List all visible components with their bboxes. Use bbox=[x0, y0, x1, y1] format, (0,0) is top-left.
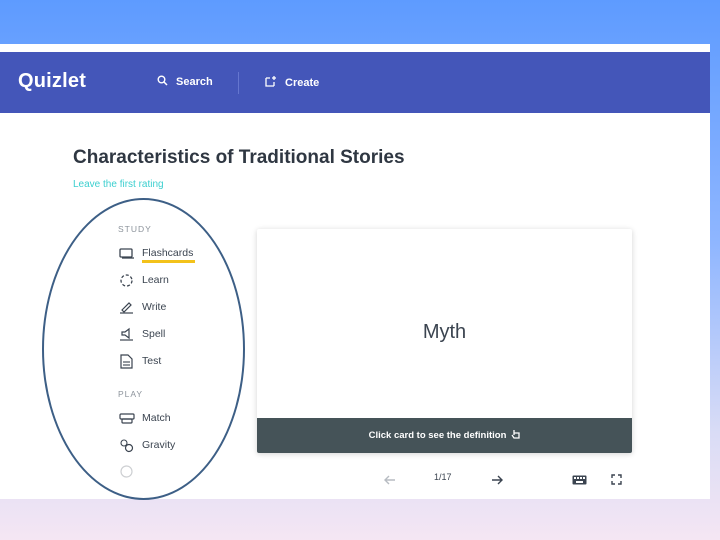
nav-divider bbox=[238, 72, 239, 94]
search-nav-button[interactable]: Search bbox=[157, 75, 213, 89]
annotation-oval bbox=[42, 198, 245, 500]
pointer-hand-icon bbox=[511, 429, 521, 442]
fullscreen-button[interactable] bbox=[611, 470, 622, 489]
arrow-left-icon bbox=[384, 470, 396, 489]
card-term: Myth bbox=[422, 321, 467, 343]
arrow-right-icon bbox=[491, 470, 503, 489]
flashcard[interactable]: Myth Click card to see the definition bbox=[257, 229, 632, 453]
previous-card-button[interactable] bbox=[384, 470, 396, 489]
keyboard-icon bbox=[572, 470, 587, 489]
set-title: Characteristics of Traditional Stories bbox=[73, 147, 405, 168]
card-counter: 1/17 bbox=[434, 472, 452, 482]
quizlet-logo[interactable]: Quizlet bbox=[18, 70, 86, 93]
search-label: Search bbox=[176, 76, 213, 88]
create-label: Create bbox=[285, 76, 320, 89]
card-footer-text: Click card to see the definition bbox=[368, 430, 507, 441]
create-nav-button[interactable]: Create bbox=[265, 75, 319, 90]
search-icon bbox=[157, 75, 168, 89]
leave-rating-link[interactable]: Leave the first rating bbox=[73, 179, 164, 190]
fullscreen-icon bbox=[611, 470, 622, 489]
top-nav-bar: Quizlet Search Create bbox=[0, 52, 710, 113]
create-icon bbox=[265, 75, 277, 90]
keyboard-shortcuts-button[interactable] bbox=[572, 470, 587, 489]
card-footer[interactable]: Click card to see the definition bbox=[257, 418, 632, 453]
next-card-button[interactable] bbox=[491, 470, 503, 489]
